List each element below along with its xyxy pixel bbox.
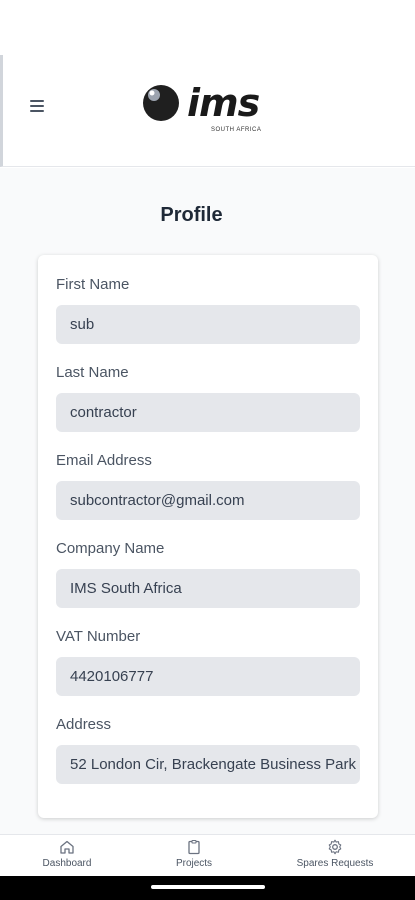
logo-subtext: SOUTH AFRICA [211, 127, 262, 133]
logo-sphere-icon [143, 85, 179, 121]
logo-text: ims [187, 81, 260, 125]
nav-projects[interactable]: Projects [168, 839, 220, 869]
bottom-nav: Dashboard Projects Spares Requests [0, 834, 415, 876]
hamburger-icon[interactable] [29, 97, 51, 119]
last-name-label: Last Name [56, 364, 129, 381]
system-navigation-bar [0, 876, 415, 900]
nav-projects-label: Projects [175, 858, 213, 869]
nav-spares-requests-label: Spares Requests [296, 858, 374, 869]
company-name-group: Company Name IMS South Africa [56, 539, 360, 608]
first-name-field[interactable]: sub [56, 305, 360, 344]
address-group: Address 52 London Cir, Brackengate Busin… [56, 715, 360, 784]
clipboard-icon [188, 839, 200, 855]
company-name-field[interactable]: IMS South Africa [56, 569, 360, 608]
page-title: Profile [160, 204, 223, 226]
last-name-group: Last Name contractor [56, 363, 360, 432]
profile-card: First Name sub Last Name contractor Emai… [38, 255, 378, 818]
nav-spares-requests[interactable]: Spares Requests [291, 839, 379, 869]
address-field[interactable]: 52 London Cir, Brackengate Business Park [56, 745, 360, 784]
ims-logo: ims SOUTH AFRICA [141, 79, 281, 137]
nav-dashboard[interactable]: Dashboard [38, 839, 96, 869]
vat-number-field[interactable]: 4420106777 [56, 657, 360, 696]
company-name-label: Company Name [56, 540, 165, 557]
home-indicator[interactable] [151, 885, 265, 889]
email-field[interactable]: subcontractor@gmail.com [56, 481, 360, 520]
last-name-field[interactable]: contractor [56, 393, 360, 432]
email-label: Email Address [56, 452, 152, 469]
vat-number-group: VAT Number 4420106777 [56, 627, 360, 696]
nav-dashboard-label: Dashboard [42, 858, 92, 869]
vat-number-label: VAT Number [56, 628, 141, 645]
home-icon [60, 840, 74, 854]
app-header: ims SOUTH AFRICA [0, 55, 415, 167]
first-name-label: First Name [56, 276, 130, 293]
main-content: Profile First Name sub Last Name contrac… [0, 168, 415, 834]
gear-icon [328, 839, 342, 855]
first-name-group: First Name sub [56, 275, 360, 344]
status-bar-area [0, 0, 415, 55]
address-label: Address [56, 716, 112, 733]
email-group: Email Address subcontractor@gmail.com [56, 451, 360, 520]
